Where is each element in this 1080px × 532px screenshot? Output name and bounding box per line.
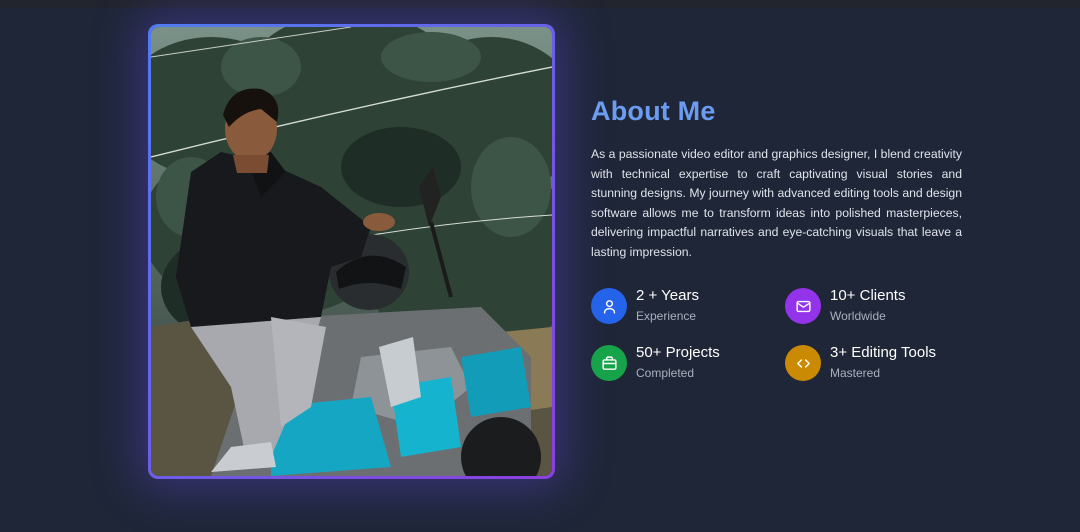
mail-icon [785,288,821,324]
stat-clients: 10+ Clients Worldwide [785,287,975,324]
stat-experience: 2 + Years Experience [591,287,781,324]
code-icon [785,345,821,381]
stat-label: Mastered [830,366,881,380]
stat-value: 10+ Clients [830,287,906,304]
briefcase-icon [591,345,627,381]
top-bar [0,0,1080,8]
stat-value: 50+ Projects [636,344,720,361]
stat-label: Completed [636,366,695,380]
stats-grid: 2 + Years Experience 10+ Clients Worldwi… [591,287,991,387]
stat-value: 2 + Years [636,287,699,304]
about-paragraph: As a passionate video editor and graphic… [591,147,962,259]
user-icon [591,288,627,324]
profile-photo [151,27,552,476]
stat-label: Worldwide [830,309,886,323]
stat-tools: 3+ Editing Tools Mastered [785,344,975,381]
about-section: About Me As a passionate video editor an… [591,96,962,263]
stat-label: Experience [636,309,697,323]
about-title: About Me [591,96,716,126]
stat-value: 3+ Editing Tools [830,344,937,361]
stat-projects: 50+ Projects Completed [591,344,781,381]
profile-photo-frame [148,24,555,479]
